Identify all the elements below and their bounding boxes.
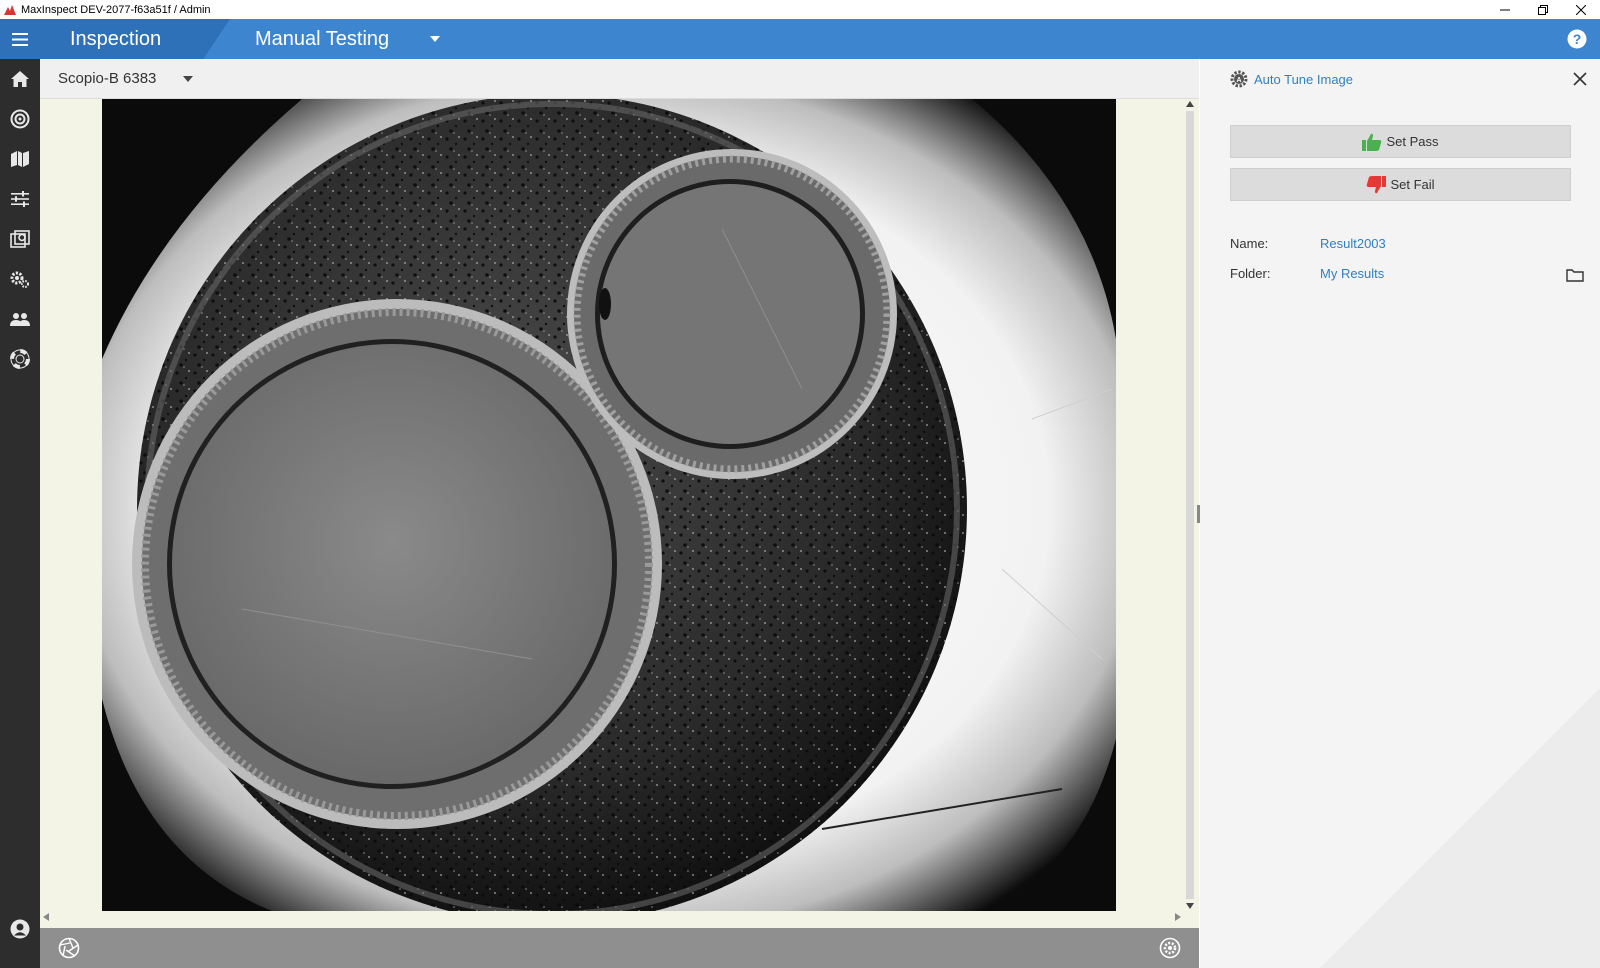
home-icon [11,71,29,87]
restore-button[interactable] [1524,0,1562,19]
auto-tune-gear-icon: A [1230,70,1248,88]
set-pass-button[interactable]: Set Pass [1230,125,1571,158]
viewer-status-bar [40,928,1199,968]
folder-icon[interactable] [1566,268,1584,282]
main-workspace: Scopio-B 6383 [40,59,1199,968]
lifebuoy-icon [10,349,30,369]
result-side-panel: A Auto Tune Image Set Pass Set Fail Name… [1200,59,1600,968]
vertical-scroll-thumb[interactable] [1186,111,1194,899]
result-name-value[interactable]: Result2003 [1320,236,1386,251]
set-fail-label: Set Fail [1390,177,1435,192]
nav-target[interactable] [0,99,40,139]
horizontal-scrollbar[interactable] [40,911,1199,925]
section-title: Inspection [70,28,162,50]
sliders-icon [11,191,29,207]
close-window-button[interactable] [1562,0,1600,19]
auto-tune-label: Auto Tune Image [1254,71,1354,87]
nav-gallery[interactable] [0,219,40,259]
nav-account[interactable] [0,909,40,949]
hamburger-menu-button[interactable] [0,19,40,59]
nav-settings[interactable] [0,259,40,299]
hamburger-icon [12,32,28,46]
scroll-down-icon[interactable] [1186,903,1194,909]
app-logo-icon [4,4,16,15]
help-icon[interactable]: ? [1567,29,1587,49]
set-pass-label: Set Pass [1386,134,1439,149]
users-icon [10,313,30,326]
fiber-image-render [102,99,1116,911]
minimize-icon [1500,9,1510,10]
user-icon [10,919,30,939]
close-panel-icon[interactable] [1572,71,1588,87]
folder-label: Folder: [1230,266,1271,281]
aperture-icon[interactable] [58,937,80,959]
nav-home[interactable] [0,59,40,99]
app-header: Inspection Manual Testing ? [0,19,1600,59]
nav-map[interactable] [0,139,40,179]
chevron-down-icon[interactable] [430,36,440,42]
panel-decoration [1320,688,1600,968]
gears-icon [10,271,29,288]
scroll-up-icon[interactable] [1186,101,1194,107]
left-navigation [0,59,40,968]
gallery-icon [10,230,30,248]
name-label: Name: [1230,236,1269,251]
nav-adjustments[interactable] [0,179,40,219]
gear-icon[interactable] [1159,937,1181,959]
window-title-bar: MaxInspect DEV-2077-f63a51f / Admin [0,0,1600,19]
svg-text:?: ? [1573,31,1582,47]
auto-tune-image-link[interactable]: A Auto Tune Image [1230,69,1353,89]
close-icon [1576,4,1586,15]
restore-icon [1538,4,1548,15]
svg-text:A: A [1236,77,1241,84]
nav-support[interactable] [0,339,40,379]
nav-users[interactable] [0,299,40,339]
window-title: MaxInspect DEV-2077-f63a51f / Admin [21,3,211,16]
chevron-down-icon[interactable] [183,76,193,82]
map-icon [11,151,29,167]
thumbs-down-icon [1367,175,1387,193]
result-folder-value[interactable]: My Results [1320,266,1384,281]
scroll-right-icon[interactable] [1175,913,1181,921]
scroll-left-icon[interactable] [43,913,49,921]
device-toolbar: Scopio-B 6383 [40,59,1199,99]
fiber-end-face-image[interactable] [102,99,1116,911]
mode-dropdown-label[interactable]: Manual Testing [255,19,389,59]
device-selector[interactable]: Scopio-B 6383 [58,59,156,99]
minimize-button[interactable] [1486,0,1524,19]
target-icon [10,109,30,129]
thumbs-up-icon [1362,133,1382,151]
set-fail-button[interactable]: Set Fail [1230,168,1571,201]
